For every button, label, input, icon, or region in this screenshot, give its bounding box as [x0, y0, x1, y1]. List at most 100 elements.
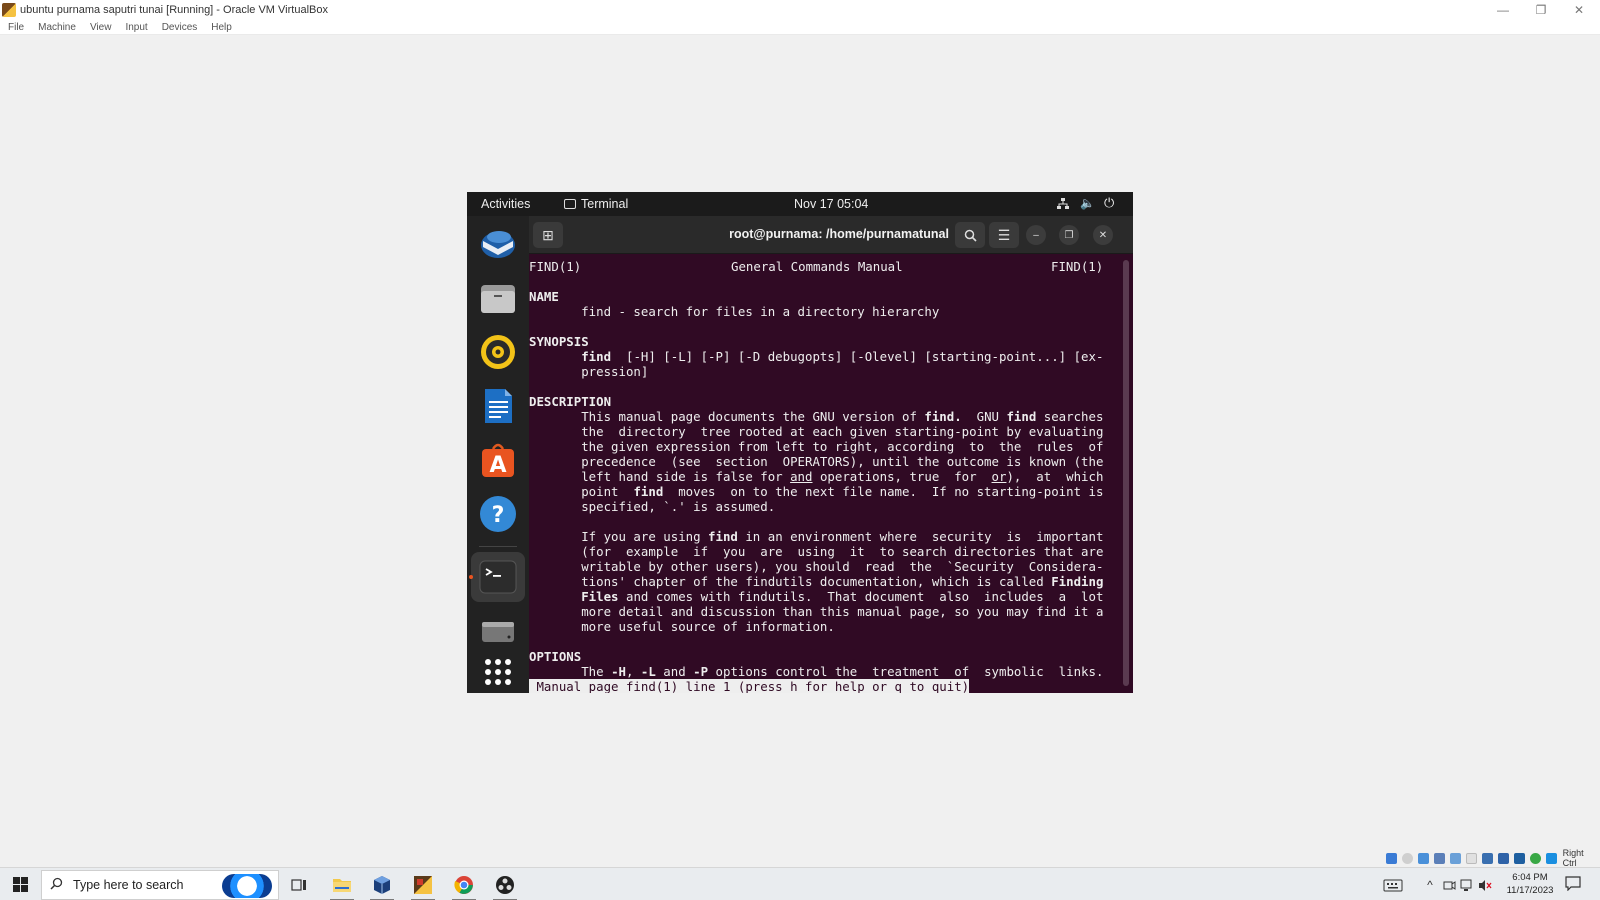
usb-icon[interactable]: [1449, 852, 1461, 864]
man-line: find - search for files in a directory h…: [529, 304, 940, 319]
terminal-window[interactable]: ⊞ root@purnama: /home/purnamatunal ☰ – ❐…: [529, 216, 1133, 693]
svg-text:?: ?: [492, 503, 505, 528]
taskbar-search-box[interactable]: Type here to search: [41, 870, 279, 900]
terminal-output[interactable]: FIND(1) General Commands Manual FIND(1) NA…: [529, 254, 1123, 693]
recording-icon[interactable]: [1497, 852, 1509, 864]
man-line: the directory tree rooted at each given …: [529, 424, 1104, 439]
terminal-scrollbar[interactable]: [1123, 260, 1129, 686]
close-icon[interactable]: ✕: [1093, 225, 1113, 245]
start-button[interactable]: [0, 868, 40, 900]
man-line: This manual page documents the GNU versi…: [529, 409, 1104, 424]
restore-button[interactable]: ❐: [1523, 0, 1559, 20]
man-header-center: General Commands Manual: [731, 259, 903, 274]
notification-center-icon[interactable]: [1565, 875, 1583, 893]
tray-overflow-icon[interactable]: ^: [1420, 871, 1440, 899]
search-highlight-art: [222, 874, 272, 898]
menu-view[interactable]: View: [90, 22, 112, 33]
meet-now-icon[interactable]: [1440, 871, 1458, 899]
ubuntu-software-icon[interactable]: A: [479, 441, 517, 479]
network-adapter-icon[interactable]: [1433, 852, 1445, 864]
clock-time: 6:04 PM: [1512, 872, 1548, 883]
man-line: the given expression from left to right,…: [529, 439, 1104, 454]
man-line: find [-H] [-L] [-P] [-D debugopts] [-Ole…: [581, 349, 1104, 364]
thunderbird-icon[interactable]: [479, 225, 517, 263]
volume-icon[interactable]: 🔈: [1080, 196, 1095, 210]
libreoffice-writer-icon[interactable]: [479, 387, 517, 425]
windows-taskbar: Type here to search ^ 6:04 PM 11/17/2023: [0, 867, 1600, 900]
search-icon: [50, 877, 63, 893]
man-line: The -H, -L and -P options control the tr…: [529, 664, 1104, 679]
rhythmbox-icon[interactable]: [479, 333, 517, 371]
mouse-integration-icon[interactable]: [1529, 852, 1541, 864]
vbox-titlebar: ubuntu purnama saputri tunai [Running] -…: [0, 0, 1600, 20]
virtualbox-taskbar-icon[interactable]: [366, 871, 398, 900]
shared-folders-icon[interactable]: [1465, 852, 1477, 864]
menu-devices[interactable]: Devices: [162, 22, 198, 33]
hamburger-menu-icon[interactable]: ☰: [989, 222, 1019, 248]
man-line: (for example if you are using it to sear…: [529, 544, 1104, 559]
minimize-icon[interactable]: –: [1026, 225, 1046, 245]
man-line: more useful source of information.: [529, 619, 835, 634]
clock[interactable]: Nov 17 05:04: [794, 197, 868, 211]
keyboard-language-icon[interactable]: [1380, 871, 1406, 899]
man-header-left: FIND(1): [529, 259, 582, 274]
app-menu-label: Terminal: [581, 197, 629, 211]
man-line: If you are using find in an environment …: [529, 529, 1104, 544]
display-icon[interactable]: [1481, 852, 1493, 864]
obs-icon[interactable]: [489, 871, 521, 900]
task-view-icon[interactable]: [283, 871, 315, 899]
man-line: specified, `.' is assumed.: [529, 499, 776, 514]
terminal-icon: [564, 199, 576, 209]
man-line: pression]: [529, 364, 649, 379]
host-key-label: Right Ctrl: [1562, 848, 1584, 868]
vm-window-icon[interactable]: [407, 871, 439, 900]
optical-drive-icon[interactable]: [1401, 852, 1413, 864]
app-menu-terminal[interactable]: Terminal: [564, 197, 628, 211]
gnome-top-bar: Activities Terminal Nov 17 05:04 🔈 ⏻: [467, 192, 1133, 216]
keyboard-icon[interactable]: [1545, 852, 1557, 864]
audio-icon[interactable]: [1417, 852, 1429, 864]
cpu-icon[interactable]: [1513, 852, 1525, 864]
man-line: writable by other users), you should rea…: [529, 559, 1104, 574]
svg-text:A: A: [489, 453, 506, 478]
network-tray-icon[interactable]: [1458, 871, 1476, 899]
maximize-icon[interactable]: ❐: [1059, 225, 1079, 245]
vbox-status-bar: Right Ctrl: [1386, 848, 1600, 868]
menu-input[interactable]: Input: [125, 22, 147, 33]
search-placeholder: Type here to search: [73, 878, 184, 892]
clock-date: 11/17/2023: [1506, 885, 1554, 896]
activities-button[interactable]: Activities: [481, 197, 530, 211]
disk-icon[interactable]: [479, 612, 517, 650]
network-icon[interactable]: [1057, 198, 1069, 210]
show-applications-icon[interactable]: [479, 653, 517, 691]
man-line: more detail and discussion than this man…: [529, 604, 1104, 619]
power-icon[interactable]: ⏻: [1104, 195, 1114, 211]
file-explorer-icon[interactable]: [326, 871, 358, 900]
menu-machine[interactable]: Machine: [38, 22, 76, 33]
man-line: point find moves on to the next file nam…: [529, 484, 1104, 499]
section-heading: SYNOPSIS: [529, 334, 589, 349]
section-heading: DESCRIPTION: [529, 394, 612, 409]
dock-separator: [479, 546, 517, 547]
terminal-headerbar: ⊞ root@purnama: /home/purnamatunal ☰ – ❐…: [529, 216, 1133, 254]
pager-status-line: Manual page find(1) line 1 (press h for …: [529, 679, 970, 693]
new-tab-icon[interactable]: ⊞: [533, 222, 563, 248]
volume-muted-icon[interactable]: [1476, 871, 1494, 899]
man-header: FIND(1) General Commands Manual FIND(1): [529, 259, 1123, 274]
menu-file[interactable]: File: [8, 22, 24, 33]
minimize-button[interactable]: —: [1485, 0, 1521, 20]
terminal-dock-icon[interactable]: [479, 558, 517, 596]
chrome-icon[interactable]: [448, 871, 480, 900]
taskbar-clock[interactable]: 6:04 PM 11/17/2023: [1504, 871, 1556, 897]
hdd-icon[interactable]: [1386, 852, 1397, 864]
search-icon[interactable]: [955, 222, 985, 248]
close-button[interactable]: ✕: [1561, 0, 1597, 20]
menu-help[interactable]: Help: [211, 22, 232, 33]
man-line: left hand side is false for and operatio…: [529, 469, 1104, 484]
man-line: tions' chapter of the findutils document…: [529, 574, 1104, 589]
ubuntu-dock: A ?: [467, 216, 529, 693]
guest-screen[interactable]: Activities Terminal Nov 17 05:04 🔈 ⏻ A ?…: [467, 192, 1133, 693]
files-icon[interactable]: [479, 279, 517, 317]
help-icon[interactable]: ?: [479, 495, 517, 533]
vbox-menubar: File Machine View Input Devices Help: [0, 20, 1600, 35]
